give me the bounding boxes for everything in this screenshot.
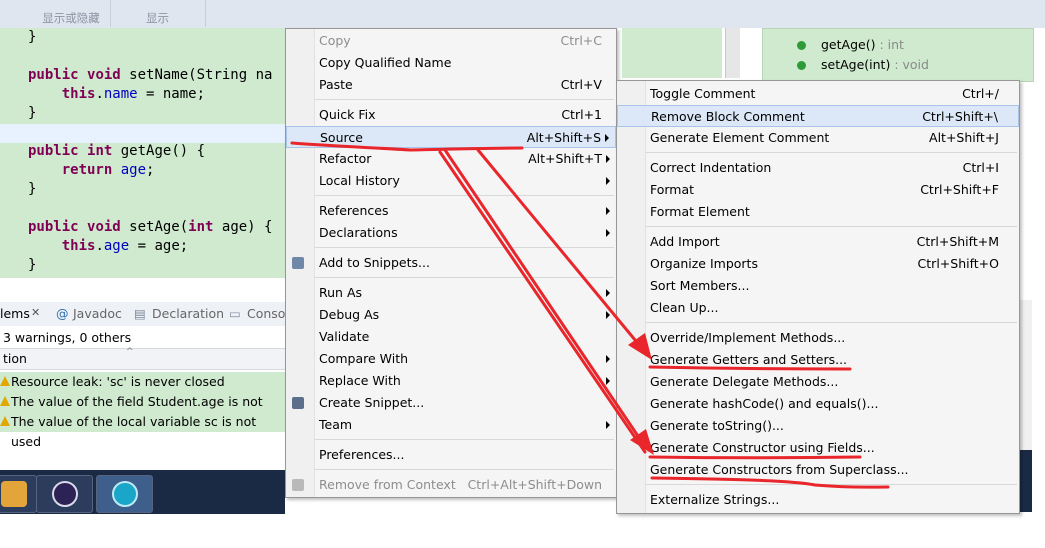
arrow-line-2: [443, 148, 644, 444]
underline-constructor-fields: [648, 455, 862, 460]
underline-constructors-superclass: [650, 476, 890, 489]
underline-getters-setters: [648, 365, 852, 371]
underline-source: [290, 141, 524, 152]
annotation-layer: [290, 141, 890, 489]
arrow-line-3: [438, 150, 647, 454]
